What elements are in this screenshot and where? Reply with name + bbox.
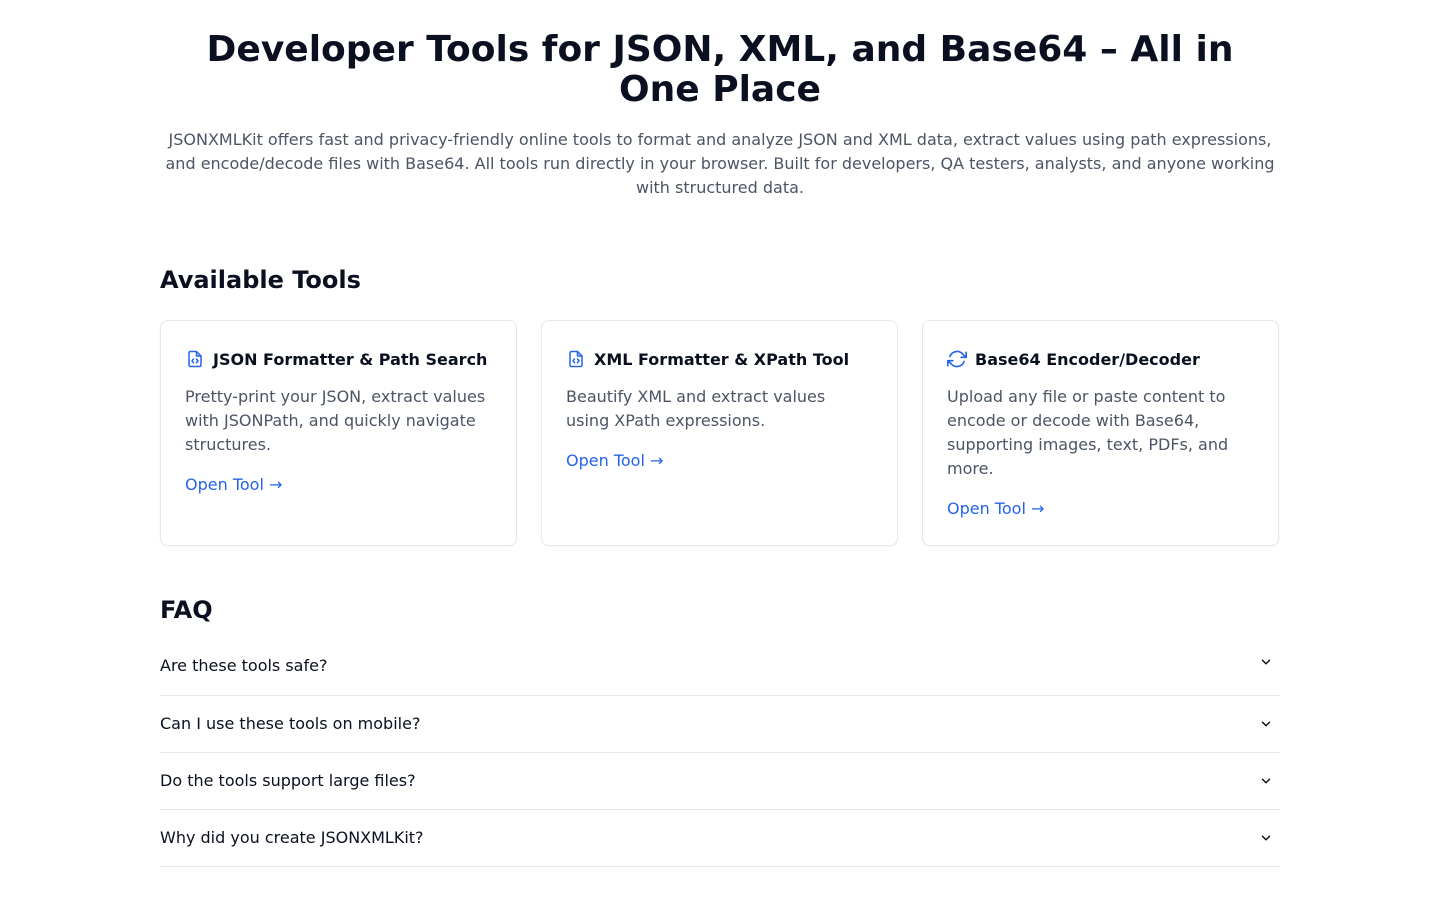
faq-question: Can I use these tools on mobile? <box>160 714 421 733</box>
tool-card-json: JSON Formatter & Path Search Pretty-prin… <box>160 320 517 546</box>
card-title: JSON Formatter & Path Search <box>213 349 488 369</box>
tools-section: Available Tools JSON Formatter & Path Se… <box>160 264 1280 546</box>
faq-heading: FAQ <box>160 596 213 624</box>
faq-item-safe[interactable]: Are these tools safe? <box>160 654 1280 696</box>
faq-section: FAQ Are these tools safe? Can I use thes… <box>160 594 1280 867</box>
card-title: XML Formatter & XPath Tool <box>594 349 850 369</box>
card-header: XML Formatter & XPath Tool <box>566 347 873 371</box>
card-description: Upload any file or paste content to enco… <box>947 387 1229 478</box>
faq-item-large-files[interactable]: Do the tools support large files? <box>160 753 1280 810</box>
card-description: Pretty-print your JSON, extract values w… <box>185 387 486 454</box>
card-title: Base64 Encoder/Decoder <box>975 349 1200 369</box>
refresh-icon <box>947 349 967 369</box>
tool-card-xml: XML Formatter & XPath Tool Beautify XML … <box>541 320 898 546</box>
card-header: JSON Formatter & Path Search <box>185 347 492 371</box>
page-title: Developer Tools for JSON, XML, and Base6… <box>206 29 1234 110</box>
card-header: Base64 Encoder/Decoder <box>947 347 1254 371</box>
open-tool-link-xml[interactable]: Open Tool → <box>566 449 663 473</box>
chevron-down-icon <box>1258 830 1274 846</box>
page: Developer Tools for JSON, XML, and Base6… <box>0 0 1440 900</box>
chevron-down-icon <box>1258 716 1274 732</box>
tool-card-base64: Base64 Encoder/Decoder Upload any file o… <box>922 320 1279 546</box>
faq-list: Are these tools safe? Can I use these to… <box>160 654 1280 867</box>
chevron-down-icon <box>1258 773 1274 789</box>
faq-item-mobile[interactable]: Can I use these tools on mobile? <box>160 696 1280 753</box>
tool-cards: JSON Formatter & Path Search Pretty-prin… <box>160 320 1280 546</box>
card-description: Beautify XML and extract values using XP… <box>566 387 826 430</box>
faq-item-why[interactable]: Why did you create JSONXMLKit? <box>160 810 1280 867</box>
chevron-down-icon <box>1258 654 1274 670</box>
hero: Developer Tools for JSON, XML, and Base6… <box>160 0 1280 200</box>
tools-heading: Available Tools <box>160 266 361 294</box>
faq-question: Why did you create JSONXMLKit? <box>160 828 424 847</box>
open-tool-link-base64[interactable]: Open Tool → <box>947 497 1044 521</box>
open-tool-link-json[interactable]: Open Tool → <box>185 473 282 497</box>
file-code-icon <box>185 349 205 369</box>
hero-description: JSONXMLKit offers fast and privacy-frien… <box>165 130 1275 197</box>
faq-question: Do the tools support large files? <box>160 771 416 790</box>
faq-question: Are these tools safe? <box>160 656 328 675</box>
file-code-icon <box>566 349 586 369</box>
main-container: Developer Tools for JSON, XML, and Base6… <box>160 0 1280 867</box>
